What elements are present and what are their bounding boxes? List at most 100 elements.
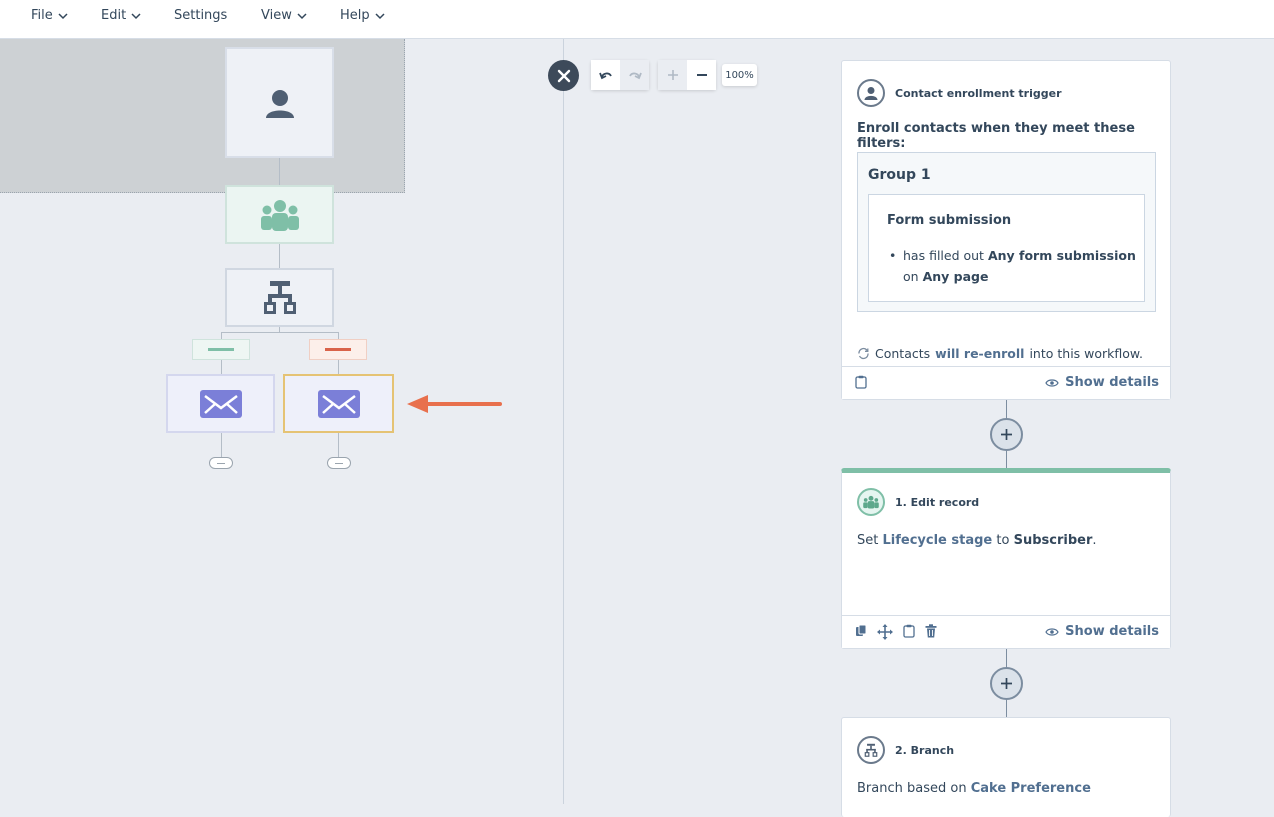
filter-title: Form submission xyxy=(887,213,1012,228)
minimap-end-node[interactable] xyxy=(209,457,233,469)
email-icon xyxy=(199,389,242,418)
filter-page: Any page xyxy=(922,269,989,284)
add-action-button[interactable] xyxy=(990,418,1023,451)
refresh-icon xyxy=(858,347,869,360)
people-icon xyxy=(260,199,299,231)
edit-card-title: 1. Edit record xyxy=(895,495,980,509)
minimap-connector xyxy=(338,433,339,457)
plus-icon xyxy=(1001,678,1012,689)
redo-button[interactable] xyxy=(620,60,649,90)
move-icon[interactable] xyxy=(877,624,893,640)
zoom-level: 100% xyxy=(722,64,757,86)
minimap-connector xyxy=(221,433,222,457)
workflow-connector xyxy=(1006,400,1007,419)
eye-icon xyxy=(1045,627,1059,636)
show-details-label: Show details xyxy=(1065,624,1159,639)
show-details-label: Show details xyxy=(1065,375,1159,390)
minimap-viewport[interactable] xyxy=(0,39,405,193)
group-label: Group 1 xyxy=(868,167,931,183)
show-details-button[interactable]: Show details xyxy=(1045,624,1159,639)
bullet: • xyxy=(889,248,897,263)
minimap-email-node-selected[interactable] xyxy=(283,374,394,433)
menu-view[interactable]: View xyxy=(261,8,307,23)
chevron-down-icon xyxy=(131,12,141,19)
workflow-minimap[interactable] xyxy=(0,39,564,804)
trigger-card-title: Contact enrollment trigger xyxy=(895,86,1062,100)
edit-record-card[interactable]: 1. Edit record Set Lifecycle stage to Su… xyxy=(841,468,1171,649)
copy-icon[interactable] xyxy=(855,624,867,638)
menu-settings[interactable]: Settings xyxy=(174,8,227,23)
clipboard-icon[interactable] xyxy=(855,375,867,389)
chevron-down-icon xyxy=(58,12,68,19)
menu-bar: File Edit Settings View Help xyxy=(0,0,1274,39)
menu-view-label: View xyxy=(261,8,292,23)
workflow-connector xyxy=(1006,451,1007,469)
minimap-branch-label-yes[interactable] xyxy=(192,339,250,360)
minimap-trigger-node[interactable] xyxy=(225,47,334,158)
reenroll-link[interactable]: will re-enroll xyxy=(935,346,1024,361)
zoom-in-button[interactable] xyxy=(658,60,687,90)
trash-icon[interactable] xyxy=(925,624,937,638)
reenroll-status: Contacts will re-enroll into this workfl… xyxy=(857,346,1143,361)
menu-edit-label: Edit xyxy=(101,8,127,23)
minimap-edit-node[interactable] xyxy=(225,185,334,244)
undo-icon xyxy=(598,72,612,80)
reenroll-prefix: Contacts xyxy=(875,346,931,361)
minimap-branch-label-no[interactable] xyxy=(309,339,367,360)
branch-card-description: Branch based on Cake Preference xyxy=(857,781,1091,796)
undo-button[interactable] xyxy=(591,60,620,90)
contact-icon xyxy=(857,79,885,107)
filter-value: Any form submission xyxy=(987,248,1136,263)
minimap-connector xyxy=(221,360,222,374)
chevron-down-icon xyxy=(297,12,307,19)
branch-text-prefix: Branch based on xyxy=(857,781,967,796)
reenroll-suffix: into this workflow. xyxy=(1029,346,1143,361)
minimap-connector xyxy=(338,360,339,374)
trigger-card-subtitle: Enroll contacts when they meet these fil… xyxy=(857,121,1135,151)
show-details-button[interactable]: Show details xyxy=(1045,375,1159,390)
enrollment-trigger-card[interactable]: Contact enrollment trigger Enroll contac… xyxy=(841,60,1171,400)
edit-card-header: 1. Edit record xyxy=(857,488,979,516)
filter-group[interactable]: Group 1 Form submission • has filled out… xyxy=(857,152,1156,312)
trigger-card-header: Contact enrollment trigger xyxy=(857,79,1062,107)
minimap-end-node[interactable] xyxy=(327,457,351,469)
close-icon xyxy=(557,69,570,82)
minimap-connector xyxy=(221,332,222,339)
plus-icon xyxy=(1001,429,1012,440)
edit-card-actions xyxy=(855,624,937,640)
branch-property: Cake Preference xyxy=(970,781,1091,796)
trigger-card-actions xyxy=(855,375,867,389)
minimap-email-node[interactable] xyxy=(166,374,275,433)
clipboard-icon[interactable] xyxy=(903,624,915,638)
edit-property: Lifecycle stage xyxy=(882,533,993,548)
edit-text-mid: to xyxy=(996,533,1010,548)
email-icon xyxy=(317,389,360,418)
redo-icon xyxy=(628,72,642,80)
menu-help-label: Help xyxy=(340,8,370,23)
menu-help[interactable]: Help xyxy=(340,8,385,23)
minimap-branch-node[interactable] xyxy=(225,268,334,327)
branch-icon xyxy=(857,736,885,764)
arrow-annotation-icon xyxy=(407,395,502,413)
branch-card[interactable]: 2. Branch Branch based on Cake Preferenc… xyxy=(841,717,1171,817)
filter-prefix: has filled out xyxy=(903,248,984,263)
eye-icon xyxy=(1045,378,1059,387)
filter-item[interactable]: Form submission • has filled out Any for… xyxy=(868,194,1145,302)
minus-icon xyxy=(696,74,707,76)
menu-settings-label: Settings xyxy=(174,8,228,23)
edit-value: Subscriber xyxy=(1013,533,1093,548)
minimap-connector xyxy=(279,158,280,185)
trigger-card-footer: Show details xyxy=(842,366,1170,399)
branch-card-title: 2. Branch xyxy=(895,743,955,757)
workflow-connector xyxy=(1006,649,1007,668)
edit-text-end: . xyxy=(1092,533,1097,548)
close-minimap-button[interactable] xyxy=(548,60,579,91)
add-action-button[interactable] xyxy=(990,667,1023,700)
branch-icon xyxy=(263,280,296,314)
zoom-out-button[interactable] xyxy=(687,60,716,90)
menu-edit[interactable]: Edit xyxy=(101,8,141,23)
zoom-group xyxy=(658,60,716,90)
menu-file-label: File xyxy=(31,8,53,23)
minimap-connector xyxy=(338,332,339,339)
menu-file[interactable]: File xyxy=(31,8,68,23)
